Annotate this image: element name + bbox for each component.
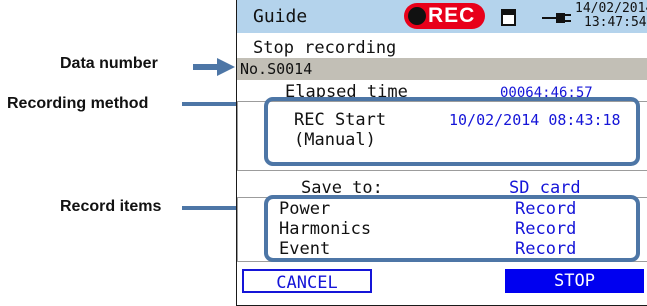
data-number: No.S0014 bbox=[240, 60, 313, 78]
screen-title: Guide bbox=[253, 6, 308, 27]
recording-method-highlight bbox=[264, 97, 640, 166]
datetime-display: 14/02/2014 13:47:54 bbox=[575, 2, 647, 30]
cancel-button[interactable]: CANCEL bbox=[242, 269, 372, 293]
arrow-icon bbox=[193, 58, 235, 76]
sd-card-icon bbox=[501, 9, 516, 26]
rec-status-badge: REC bbox=[404, 3, 485, 29]
header-bar: Guide REC 14/02/2014 13:47:54 bbox=[237, 0, 647, 33]
guide-subtitle: Stop recording bbox=[253, 38, 397, 58]
record-items-highlight bbox=[264, 195, 640, 262]
date-text: 14/02/2014 bbox=[575, 1, 647, 16]
data-number-row: No.S0014 bbox=[237, 58, 647, 80]
time-text: 13:47:54 bbox=[584, 15, 647, 30]
callout-label-record-items: Record items bbox=[60, 198, 162, 215]
rec-dot-icon bbox=[408, 7, 426, 25]
power-plug-icon bbox=[542, 13, 571, 23]
callout-label-recording-method: Recording method bbox=[7, 95, 149, 112]
stop-button[interactable]: STOP bbox=[505, 269, 644, 293]
callout-label-data-number: Data number bbox=[60, 55, 158, 72]
